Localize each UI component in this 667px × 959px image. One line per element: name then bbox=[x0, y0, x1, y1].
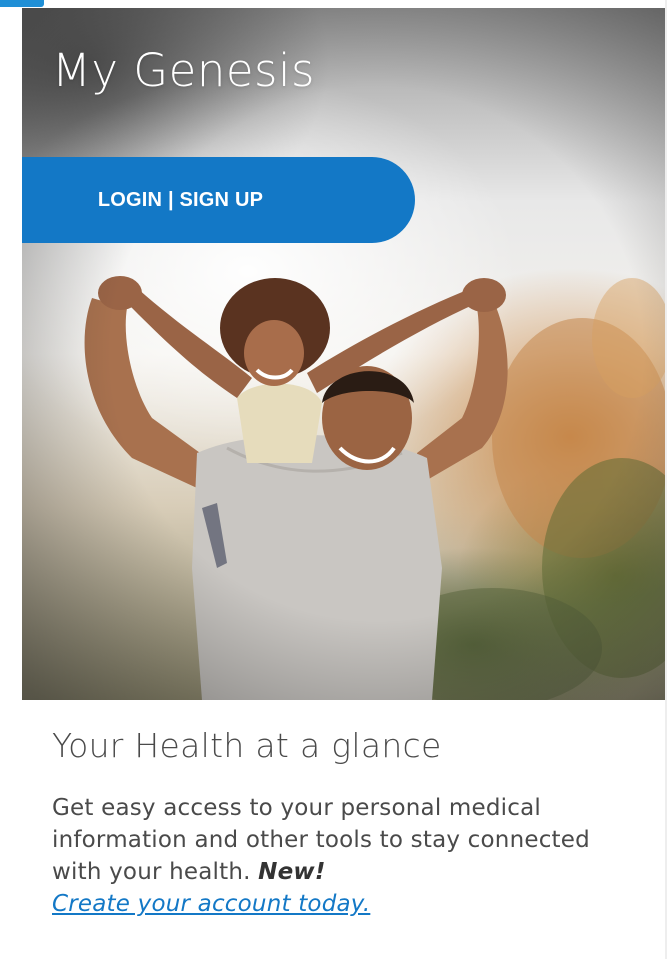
info-section: Your Health at a glance Get easy access … bbox=[22, 700, 667, 959]
top-edge bbox=[0, 0, 667, 8]
new-label: New! bbox=[258, 859, 326, 885]
info-heading: Your Health at a glance bbox=[52, 726, 442, 765]
create-account-link[interactable]: Create your account today. bbox=[52, 891, 370, 917]
image-vignette bbox=[22, 8, 667, 700]
login-signup-button[interactable]: LOGIN | SIGN UP bbox=[22, 157, 415, 243]
my-genesis-card: My Genesis LOGIN | SIGN UP Your Health a… bbox=[22, 8, 667, 959]
hero-image: My Genesis LOGIN | SIGN UP bbox=[22, 8, 667, 700]
info-description: Get easy access to your personal medical… bbox=[52, 792, 632, 920]
top-accent-tab bbox=[0, 0, 44, 7]
app-title: My Genesis bbox=[52, 44, 315, 97]
